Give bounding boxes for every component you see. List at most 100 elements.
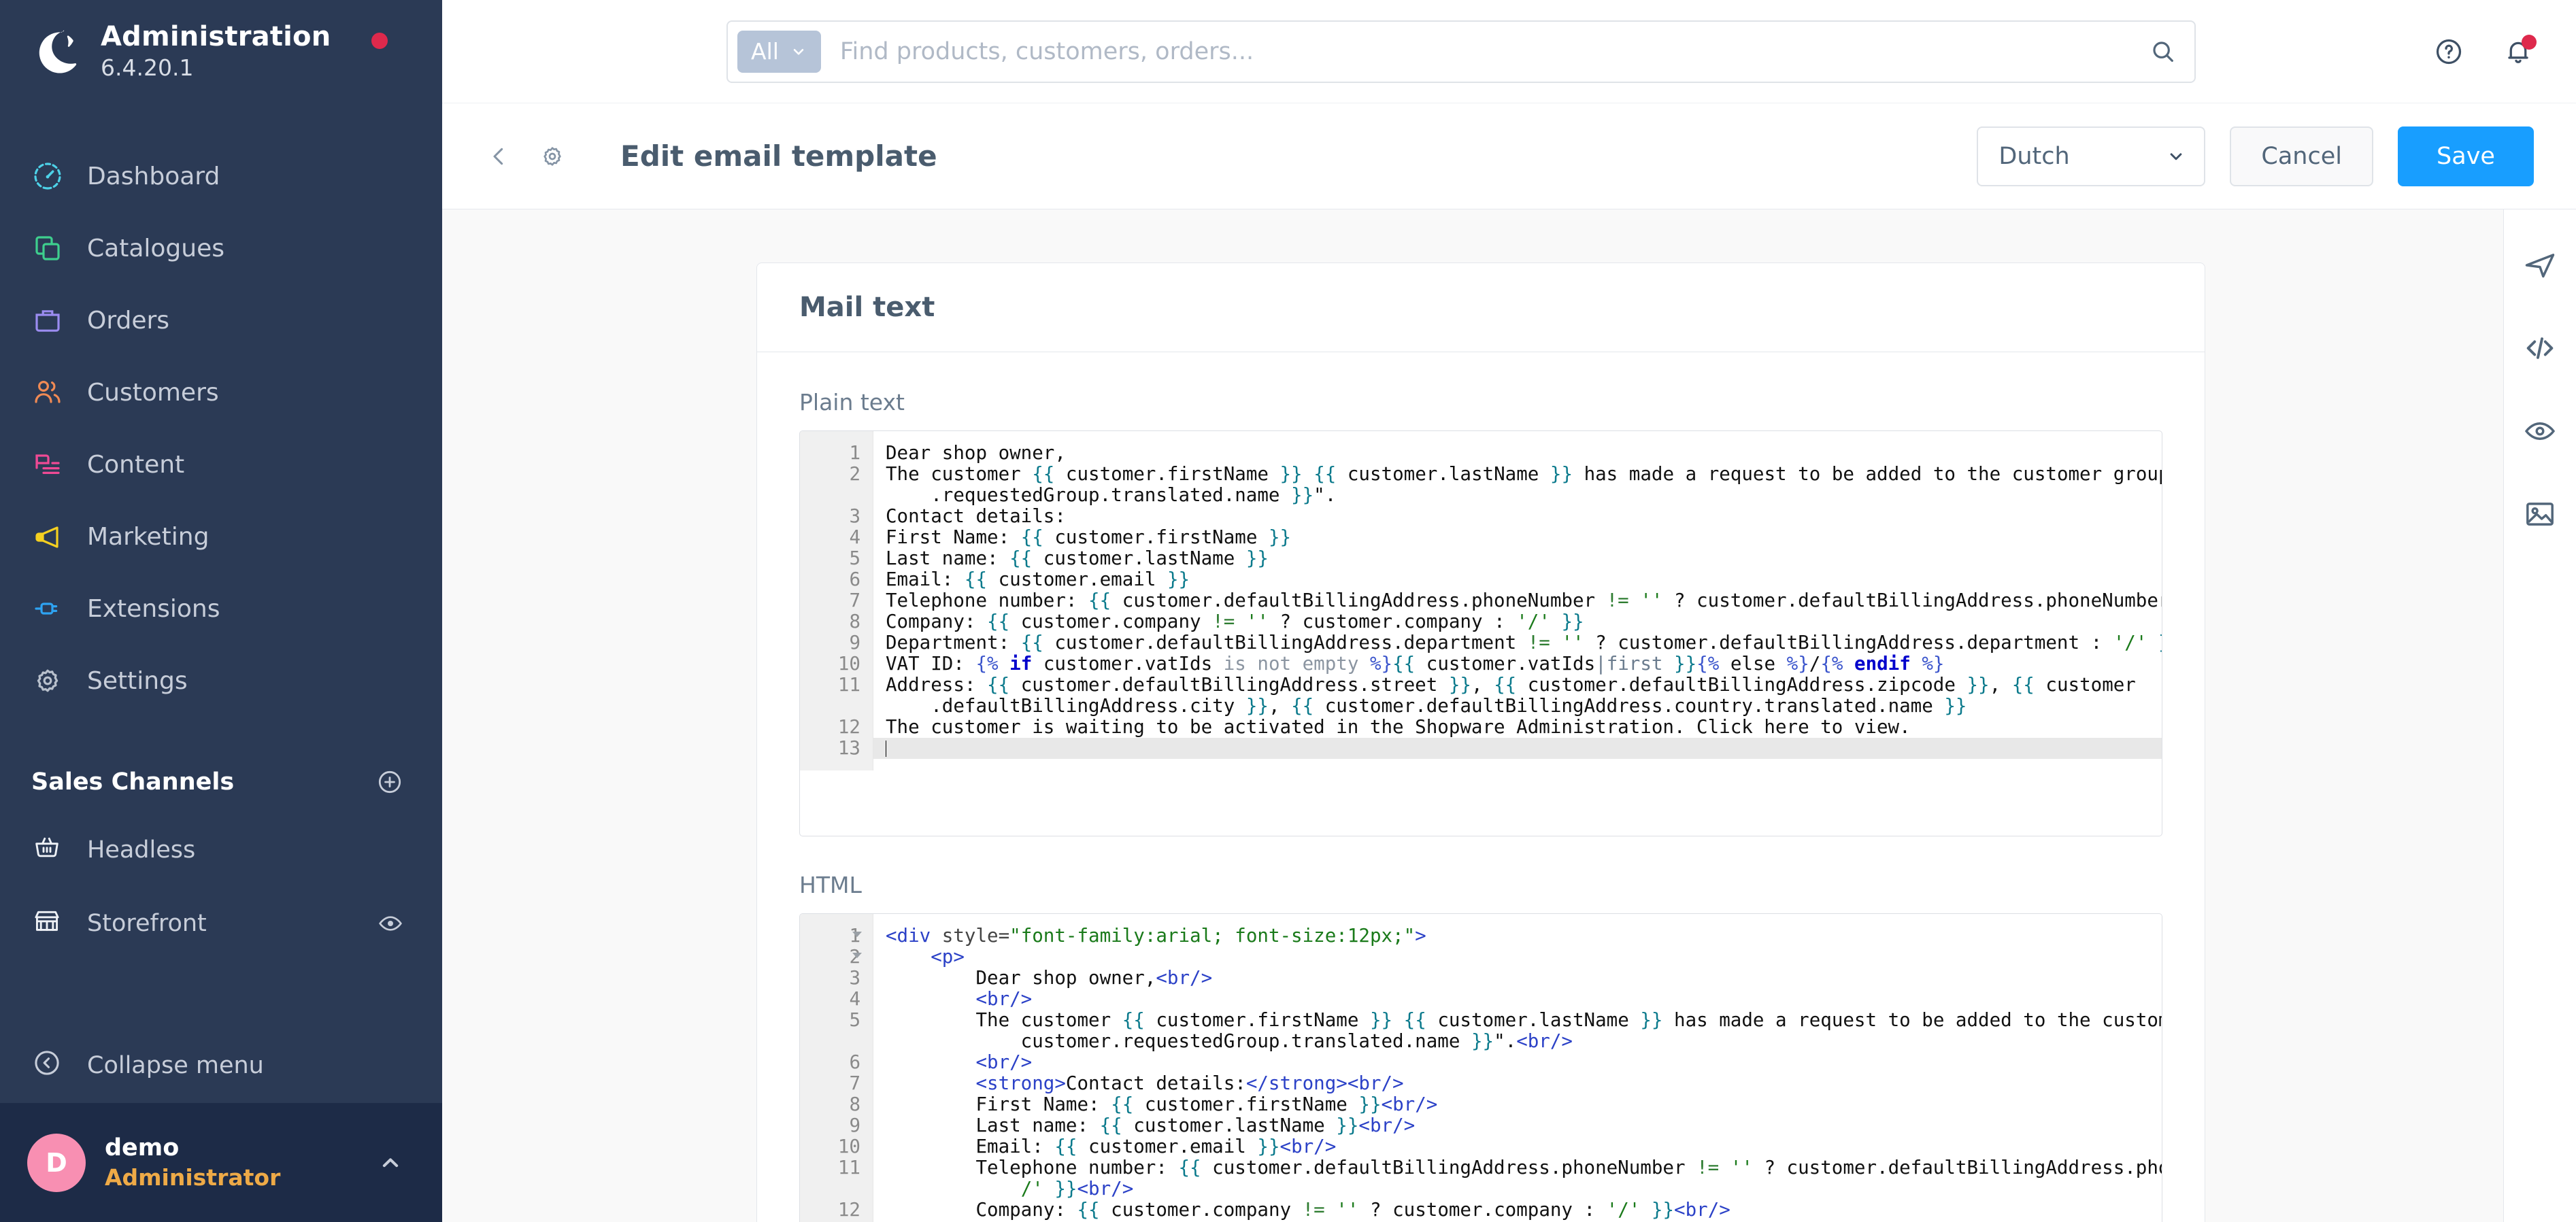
chevron-left-icon[interactable] (476, 133, 522, 180)
code-line: Address: {{ customer.defaultBillingAddre… (886, 674, 2136, 696)
code-line: Department: {{ customer.defaultBillingAd… (886, 632, 2162, 654)
eye-icon[interactable] (2520, 411, 2560, 452)
sidebar: Administration 6.4.20.1 Dashboard Catalo… (0, 0, 442, 1222)
sidebar-item-extensions[interactable]: Extensions (0, 573, 442, 645)
fold-toggle-icon[interactable] (852, 953, 862, 958)
sidebar-channel-headless[interactable]: Headless (0, 813, 442, 887)
line-number: 9 (849, 632, 860, 654)
line-number: 2 (849, 946, 862, 968)
sales-channels-section-header: Sales Channels (0, 751, 442, 813)
sidebar-item-label: Catalogues (87, 234, 224, 262)
user-menu[interactable]: D demo Administrator (0, 1103, 442, 1222)
sidebar-channel-storefront[interactable]: Storefront (0, 887, 442, 960)
content-area: Mail text Plain text 1 2 3 4 5 6 7 8 9 1… (442, 209, 2576, 1222)
sidebar-item-customers[interactable]: Customers (0, 356, 442, 428)
gear-icon[interactable] (529, 133, 575, 180)
basket-icon (31, 832, 75, 869)
chevron-down-icon (2166, 146, 2186, 167)
code-line: Telephone number: {{ customer.defaultBil… (886, 590, 2162, 611)
line-number: 11 (837, 674, 860, 696)
sidebar-channel-label: Headless (87, 836, 196, 864)
page-toolbar: Edit email template Dutch Cancel Save (442, 103, 2576, 209)
line-number: 13 (837, 737, 860, 759)
sidebar-item-dashboard[interactable]: Dashboard (0, 140, 442, 212)
sidebar-item-content[interactable]: Content (0, 428, 442, 500)
line-number: 6 (849, 1051, 860, 1073)
code-line: <strong>Contact details:</strong><br/> (975, 1072, 1404, 1094)
update-indicator-dot (371, 33, 388, 49)
plain-text-editor[interactable]: 1 2 3 4 5 6 7 8 9 10 11 12 13 Dear shop … (799, 430, 2162, 836)
plain-editor-code[interactable]: Dear shop owner, The customer {{ custome… (873, 431, 2162, 770)
sidebar-item-orders[interactable]: Orders (0, 284, 442, 356)
search-icon[interactable] (2150, 38, 2177, 65)
sidebar-item-settings[interactable]: Settings (0, 645, 442, 717)
line-number: 12 (837, 716, 860, 738)
search-scope-selector[interactable]: All (737, 30, 821, 73)
code-icon[interactable] (2520, 328, 2560, 369)
sidebar-item-label: Content (87, 450, 185, 479)
search-scope-label: All (751, 38, 779, 65)
line-number: 2 (849, 463, 860, 485)
code-line: /' }}<br/> (1020, 1178, 1134, 1200)
editor-empty-space[interactable] (800, 770, 2162, 836)
notification-badge (2522, 34, 2537, 50)
line-number: 6 (849, 568, 860, 590)
content-scroll: Mail text Plain text 1 2 3 4 5 6 7 8 9 1… (442, 209, 2503, 1222)
language-select[interactable]: Dutch (1977, 126, 2206, 186)
code-line: .requestedGroup.translated.name }}". (886, 484, 1337, 506)
global-search[interactable]: All (726, 20, 2196, 83)
help-circle-icon[interactable] (2433, 36, 2464, 67)
code-line: Last name: {{ customer.lastName }}<br/> (886, 1115, 1416, 1136)
code-line: Last name: {{ customer.lastName }} (886, 547, 1269, 569)
code-line: <div style="font-family:arial; font-size… (886, 925, 1426, 947)
sidebar-nav: Dashboard Catalogues Orders Customers Co… (0, 140, 442, 717)
sidebar-item-label: Extensions (87, 594, 220, 623)
html-editor[interactable]: 1 2 3 4 5 6 7 8 9 10 11 12 <div style="f… (799, 913, 2162, 1222)
plain-text-label: Plain text (799, 389, 905, 415)
code-line: First Name: {{ customer.firstName }}<br/… (886, 1093, 1438, 1115)
sidebar-item-catalogues[interactable]: Catalogues (0, 212, 442, 284)
sidebar-header[interactable]: Administration 6.4.20.1 (0, 0, 442, 103)
fold-toggle-icon[interactable] (852, 932, 862, 937)
html-editor-code[interactable]: <div style="font-family:arial; font-size… (873, 914, 2162, 1222)
chevron-up-icon[interactable] (377, 1149, 404, 1176)
line-number: 9 (849, 1115, 860, 1136)
topbar-actions (2433, 34, 2576, 67)
sidebar-item-label: Dashboard (87, 162, 220, 190)
plus-circle-icon[interactable] (375, 768, 404, 796)
bell-icon[interactable] (2503, 34, 2537, 67)
extensions-icon (31, 592, 75, 625)
sidebar-item-marketing[interactable]: Marketing (0, 500, 442, 573)
code-line: Company: {{ customer.company != '' ? cus… (886, 611, 1584, 632)
right-rail (2503, 209, 2576, 1222)
code-line: Company: {{ customer.company != '' ? cus… (886, 1199, 1730, 1221)
code-line: Contact details: (886, 505, 1066, 527)
sidebar-channel-label: Storefront (87, 910, 207, 937)
collapse-menu-button[interactable]: Collapse menu (0, 1028, 442, 1103)
save-button[interactable]: Save (2398, 126, 2534, 186)
line-number: 8 (849, 611, 860, 632)
line-number: 8 (849, 1093, 860, 1115)
eye-icon[interactable] (377, 910, 404, 937)
chevron-left-circle-icon (31, 1047, 75, 1085)
orders-icon (31, 304, 75, 337)
app-root: Administration 6.4.20.1 Dashboard Catalo… (0, 0, 2576, 1222)
page-title: Edit email template (620, 139, 937, 173)
catalogue-icon (31, 232, 75, 265)
chevron-down-icon (790, 43, 807, 61)
mail-text-card: Mail text Plain text 1 2 3 4 5 6 7 8 9 1… (756, 262, 2205, 1222)
code-line: Dear shop owner,<br/> (886, 967, 1213, 989)
send-icon[interactable] (2520, 245, 2560, 286)
line-number: 7 (849, 590, 860, 611)
code-line: The customer is waiting to be activated … (886, 716, 1911, 738)
code-line: <p> (931, 946, 965, 968)
line-number (807, 696, 860, 717)
sales-channels-title: Sales Channels (31, 768, 235, 796)
plain-editor-gutter: 1 2 3 4 5 6 7 8 9 10 11 12 13 (800, 431, 873, 770)
image-icon[interactable] (2520, 494, 2560, 534)
line-number: 11 (837, 1157, 860, 1178)
cancel-button[interactable]: Cancel (2230, 126, 2373, 186)
code-line: The customer {{ customer.firstName }} {{… (886, 463, 2162, 485)
line-number (807, 1178, 860, 1200)
search-input[interactable] (820, 37, 2150, 65)
